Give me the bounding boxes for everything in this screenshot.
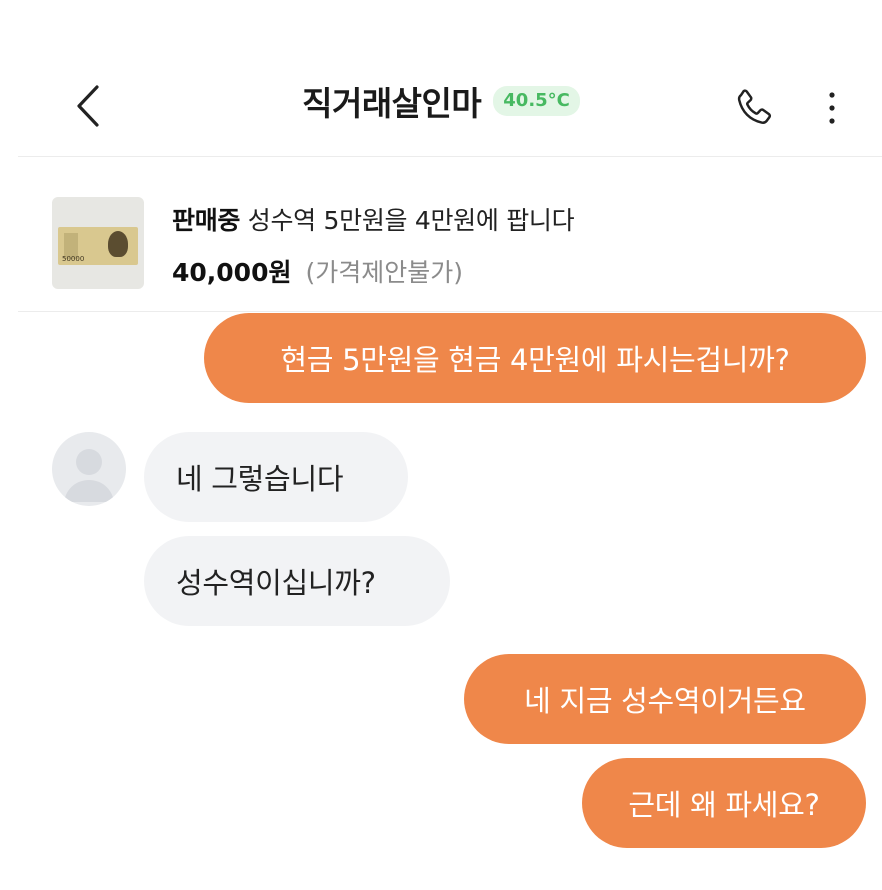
message-bubble-sent[interactable]: 현금 5만원을 현금 4만원에 파시는겁니까? xyxy=(204,313,866,403)
message-bubble-received[interactable]: 네 그렇습니다 xyxy=(144,432,408,522)
chat-header: 직거래살인마 40.5°C xyxy=(0,0,882,156)
product-card[interactable]: 50000 판매중 성수역 5만원을 4만원에 팝니다 40,000원 (가격제… xyxy=(0,157,882,311)
more-vertical-icon xyxy=(828,90,836,130)
message-bubble-sent[interactable]: 네 지금 성수역이거든요 xyxy=(464,654,866,744)
manner-temperature-badge[interactable]: 40.5°C xyxy=(493,86,580,116)
price-offer-note: (가격제안불가) xyxy=(305,258,463,287)
product-price: 40,000원 xyxy=(172,258,292,287)
call-button[interactable] xyxy=(724,82,784,138)
banknote-number: 50000 xyxy=(62,255,85,263)
message-bubble-received[interactable]: 성수역이십니까? xyxy=(144,536,450,626)
default-avatar-icon xyxy=(64,449,114,502)
chat-partner-name[interactable]: 직거래살인마 xyxy=(302,77,482,125)
product-divider xyxy=(18,311,882,312)
more-options-button[interactable] xyxy=(812,82,852,138)
avatar[interactable] xyxy=(52,432,126,506)
product-title-line: 판매중 성수역 5만원을 4만원에 팝니다 xyxy=(172,201,575,237)
product-thumbnail: 50000 xyxy=(52,197,144,289)
product-title: 성수역 5만원을 4만원에 팝니다 xyxy=(247,206,575,235)
product-price-line: 40,000원 (가격제안불가) xyxy=(172,253,463,289)
phone-icon xyxy=(731,85,777,135)
message-bubble-sent[interactable]: 근데 왜 파세요? xyxy=(582,758,866,848)
sale-status: 판매중 xyxy=(172,206,241,235)
banknote-image: 50000 xyxy=(58,227,138,265)
